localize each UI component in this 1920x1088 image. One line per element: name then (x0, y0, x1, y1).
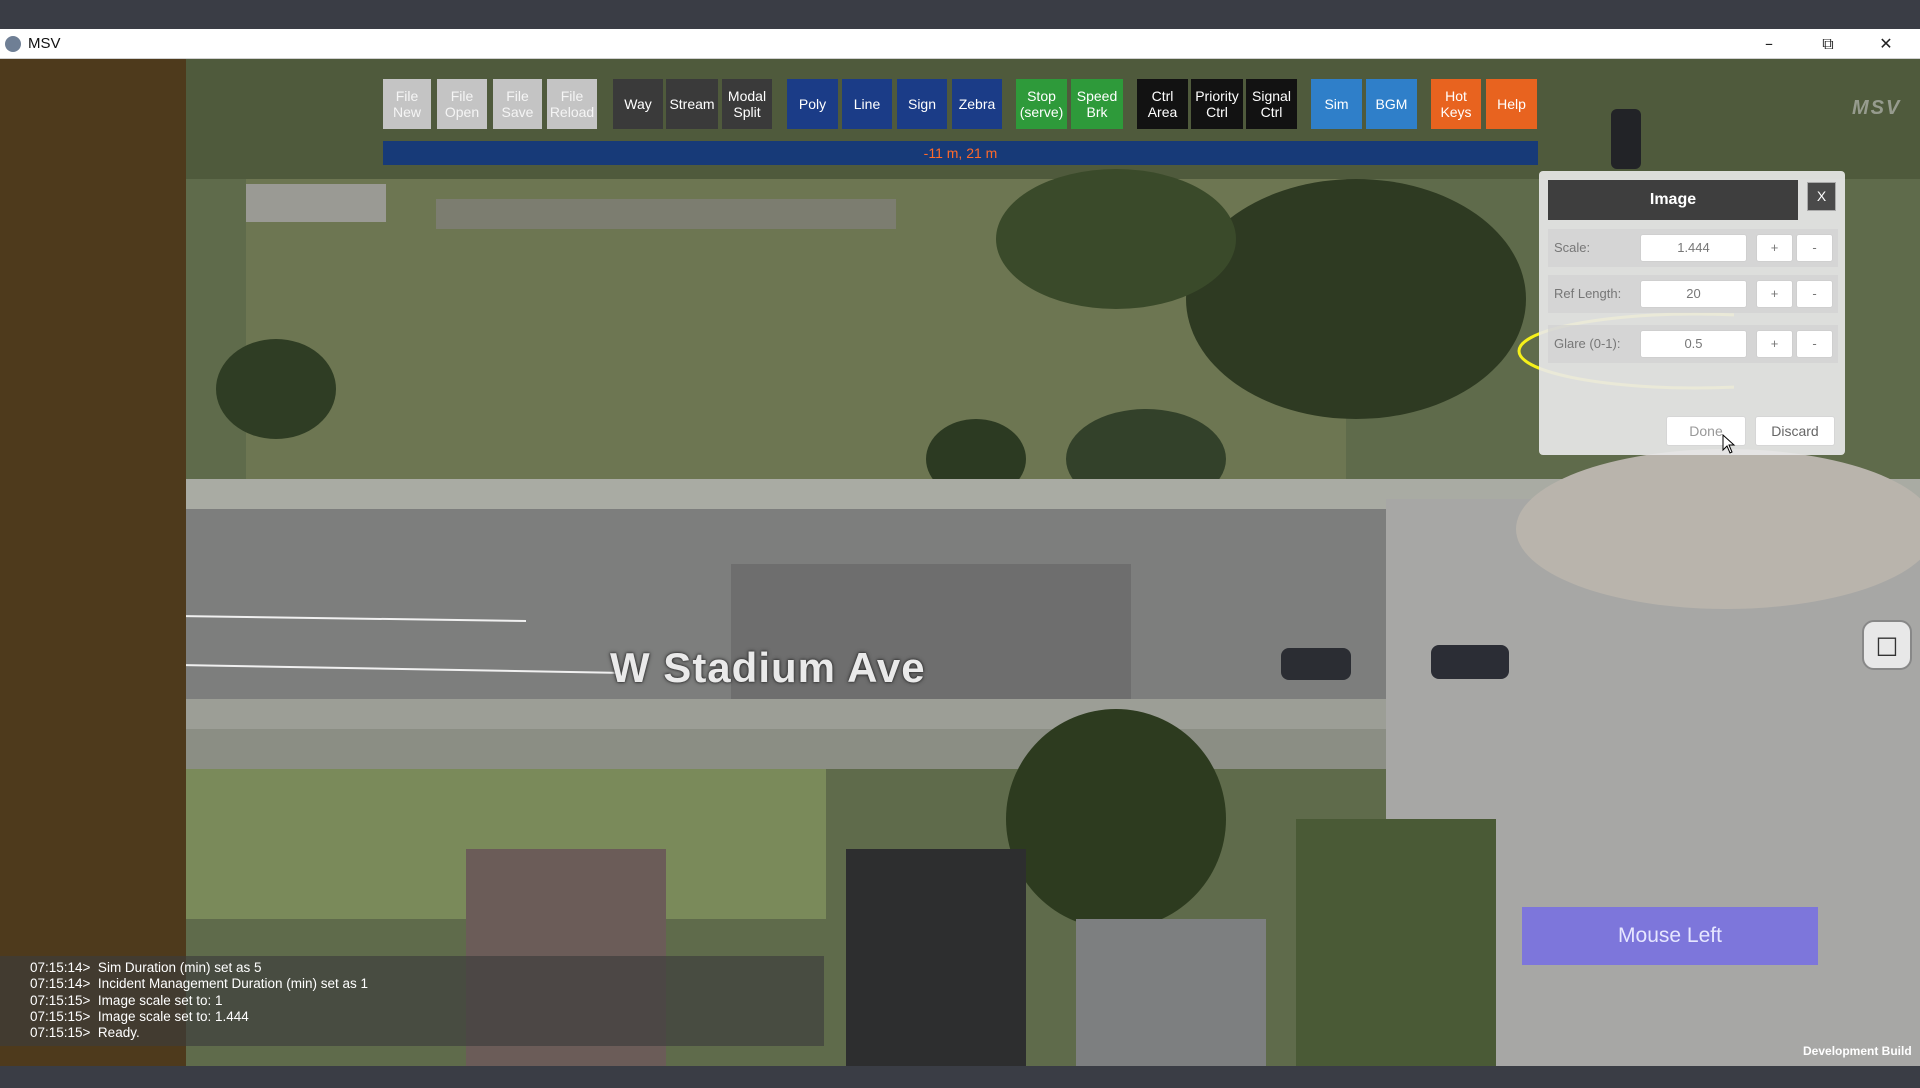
log-line: 07:15:15> Image scale set to: 1.444 (30, 1008, 249, 1024)
way-button[interactable]: Way (613, 79, 663, 129)
log-line: 07:15:15> Image scale set to: 1 (30, 992, 223, 1008)
mouse-cursor-icon (1722, 434, 1736, 454)
ctrl-area-button[interactable]: Ctrl Area (1137, 79, 1188, 129)
stream-button[interactable]: Stream (666, 79, 718, 129)
msv-logo: MSV (1852, 97, 1902, 119)
log-line: 07:15:14> Sim Duration (min) set as 5 (30, 960, 262, 975)
image-panel-title: Image (1548, 180, 1798, 220)
street-label: W Stadium Ave (610, 644, 926, 691)
image-panel: Image X Scale: 1.444 + - Ref Length: 20 … (1539, 171, 1845, 455)
glare-minus-button[interactable]: - (1796, 330, 1833, 358)
scale-input[interactable]: 1.444 (1640, 234, 1747, 262)
scale-plus-button[interactable]: + (1756, 234, 1793, 262)
sign-button[interactable]: Sign (897, 79, 947, 129)
file-open-button[interactable]: File Open (437, 79, 487, 129)
ref-length-minus-button[interactable]: - (1796, 280, 1833, 308)
image-panel-close-button[interactable]: X (1807, 182, 1836, 211)
app-icon (5, 36, 21, 52)
scale-minus-button[interactable]: - (1796, 234, 1833, 262)
file-reload-button[interactable]: File Reload (547, 79, 597, 129)
glare-input[interactable]: 0.5 (1640, 330, 1747, 358)
ref-length-plus-button[interactable]: + (1756, 280, 1793, 308)
speed-brk-button[interactable]: Speed Brk (1071, 79, 1123, 129)
log-line: 07:15:15> Ready. (30, 1025, 140, 1041)
message-log: 07:15:14> Sim Duration (min) set as 5 07… (0, 956, 824, 1046)
file-new-button[interactable]: File New (383, 79, 431, 129)
window-titlebar: MSV – ⧉ ✕ (0, 29, 1920, 59)
file-save-button[interactable]: File Save (493, 79, 542, 129)
glare-plus-button[interactable]: + (1756, 330, 1793, 358)
priority-ctrl-button[interactable]: Priority Ctrl (1191, 79, 1243, 129)
stop-serve-button[interactable]: Stop (serve) (1016, 79, 1067, 129)
app-viewport: W Stadium Ave □ File New File Open File … (0, 59, 1920, 1066)
discard-button[interactable]: Discard (1755, 416, 1835, 446)
scale-label: Scale: (1554, 240, 1591, 255)
log-line: 07:15:14> Incident Management Duration (… (30, 976, 369, 992)
glare-label: Glare (0-1): (1554, 336, 1621, 351)
modal-split-button[interactable]: Modal Split (722, 79, 772, 129)
window-title: MSV (28, 35, 61, 52)
ref-length-input[interactable]: 20 (1640, 280, 1747, 308)
mouse-left-indicator: Mouse Left (1522, 907, 1818, 965)
minimize-icon[interactable]: – (1741, 29, 1797, 59)
close-icon[interactable]: ✕ (1858, 29, 1914, 59)
hot-keys-button[interactable]: Hot Keys (1431, 79, 1481, 129)
signal-ctrl-button[interactable]: Signal Ctrl (1246, 79, 1297, 129)
ref-length-label: Ref Length: (1554, 286, 1622, 301)
zebra-button[interactable]: Zebra (952, 79, 1002, 129)
bus-icon[interactable]: □ (1862, 620, 1912, 670)
coordinate-readout: -11 m, 21 m (383, 141, 1538, 165)
scale-row: Scale: 1.444 + - (1548, 229, 1838, 267)
os-top-band (0, 0, 1920, 29)
os-bottom-band (0, 1066, 1920, 1088)
bgm-button[interactable]: BGM (1366, 79, 1417, 129)
restore-icon[interactable]: ⧉ (1800, 29, 1856, 59)
help-button[interactable]: Help (1486, 79, 1537, 129)
left-side-strip (0, 59, 186, 1066)
glare-row: Glare (0-1): 0.5 + - (1548, 325, 1838, 363)
poly-button[interactable]: Poly (787, 79, 838, 129)
sim-button[interactable]: Sim (1311, 79, 1362, 129)
development-build-label: Development Build (1803, 1044, 1912, 1058)
ref-length-row: Ref Length: 20 + - (1548, 275, 1838, 313)
line-button[interactable]: Line (842, 79, 892, 129)
